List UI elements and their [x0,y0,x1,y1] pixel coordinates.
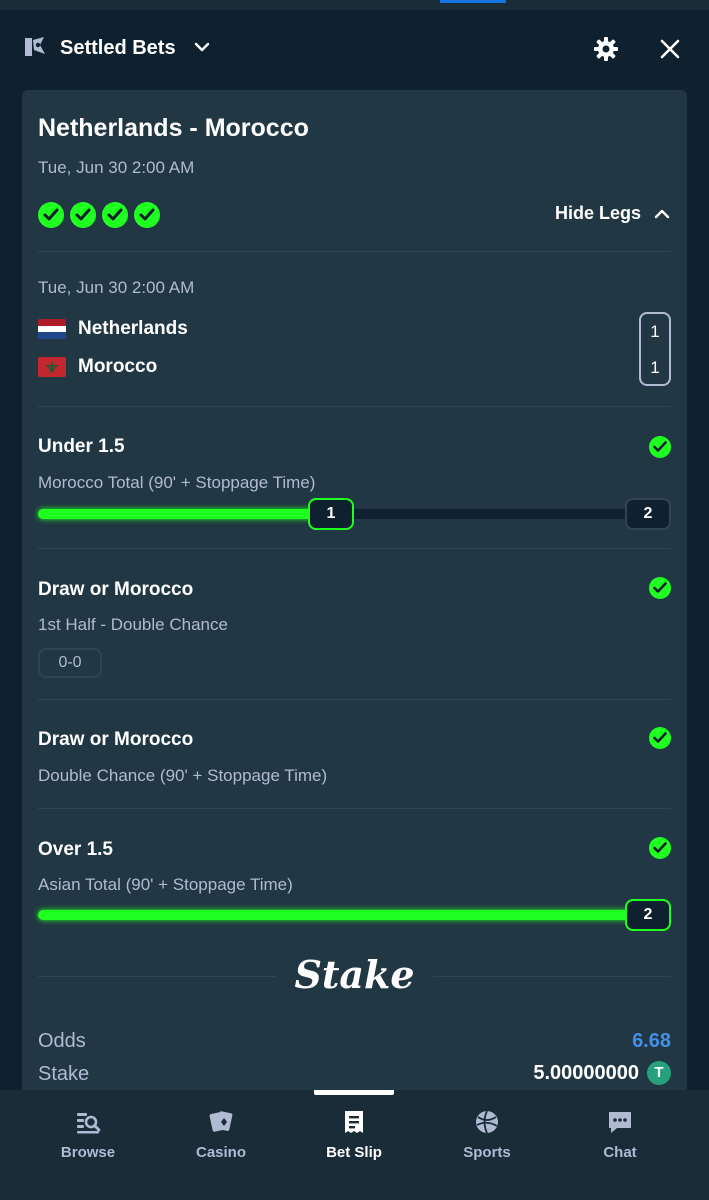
check-circle-icon [134,202,160,228]
away-score: 1 [650,358,660,377]
chevron-up-icon [654,209,670,218]
bet-slip-icon [345,1111,363,1133]
progress-current-badge: 2 [625,899,671,931]
nav-label: Browse [60,1144,116,1161]
check-circle-icon [649,577,671,599]
nav-browse[interactable]: Browse [22,1090,154,1200]
leg-title: Draw or Morocco [38,579,194,600]
hide-legs-label: Hide Legs [554,203,641,223]
check-circle-icon [649,837,671,859]
casino-icon [209,1111,233,1132]
nav-label: Casino [195,1144,246,1161]
leg-subtitle: 1st Half - Double Chance [38,615,228,634]
event-date: Tue, Jun 30 2:00 AM [38,278,195,297]
stake-value: 5.00000000 [533,1061,639,1084]
nav-casino[interactable]: Casino [155,1090,287,1200]
score-box: 1 1 [639,312,671,386]
home-team-name: Netherlands [78,318,188,339]
nav-bet-slip[interactable]: Bet Slip [288,1090,420,1200]
leg-title: Under 1.5 [38,436,125,457]
gear-icon[interactable] [592,35,620,63]
leg-title: Draw or Morocco [38,729,194,750]
chat-icon [609,1112,631,1133]
sports-icon [476,1110,498,1134]
progress-target-badge: 2 [625,498,671,530]
divider [38,699,671,700]
stake-label: Stake [38,1063,90,1085]
leg-title: Over 1.5 [38,839,113,860]
active-tab-indicator [314,1090,394,1095]
match-title: Netherlands - Morocco [38,114,309,142]
nav-label: Bet Slip [326,1144,382,1161]
leg-subtitle: Asian Total (90' + Stoppage Time) [38,875,293,894]
netherlands-flag-icon [38,319,66,339]
nav-label: Sports [463,1144,511,1161]
check-circle-icon [70,202,96,228]
bet-card: Netherlands - Morocco Tue, Jun 30 2:00 A… [22,90,687,1100]
bet-slip-icon [25,37,45,56]
bottom-navigation: Browse Casino Bet Slip Sports Chat [0,1090,709,1200]
home-team: Netherlands [38,318,188,340]
divider [38,808,671,809]
check-circle-icon [649,727,671,749]
divider [38,251,671,252]
active-indicator [440,0,506,3]
away-team: Morocco [38,356,157,378]
progress-current-badge: 1 [308,498,354,530]
check-circle-icon [38,202,64,228]
tether-currency-icon: T [647,1061,671,1085]
leg-status-icons [38,202,160,228]
score-tag: 0-0 [38,648,102,678]
leg-subtitle: Double Chance (90' + Stoppage Time) [38,766,328,785]
brand-text: Stake [276,952,433,997]
odds-label: Odds [38,1030,86,1052]
nav-chat[interactable]: Chat [554,1090,686,1200]
home-score: 1 [650,322,660,341]
odds-value: 6.68 [632,1030,671,1052]
away-team-name: Morocco [78,356,158,377]
progress-fill [38,509,328,519]
hide-legs-button[interactable]: Hide Legs [555,203,671,224]
chevron-down-icon[interactable] [193,38,211,56]
progress-fill [38,910,638,920]
stake-value-row: 5.00000000 T [533,1061,671,1085]
nav-sports[interactable]: Sports [421,1090,553,1200]
stake-logo: Stake [22,952,687,997]
check-circle-icon [102,202,128,228]
match-date: Tue, Jun 30 2:00 AM [38,158,195,177]
divider [38,406,671,407]
check-circle-icon [649,436,671,458]
divider [38,548,671,549]
top-status-strip [0,0,709,10]
leg-subtitle: Morocco Total (90' + Stoppage Time) [38,473,316,492]
browse-icon [77,1113,101,1134]
header: Settled Bets [0,10,709,88]
close-icon[interactable] [658,37,682,61]
morocco-flag-icon [38,357,66,377]
page-title[interactable]: Settled Bets [60,37,176,60]
nav-label: Chat [603,1144,637,1161]
